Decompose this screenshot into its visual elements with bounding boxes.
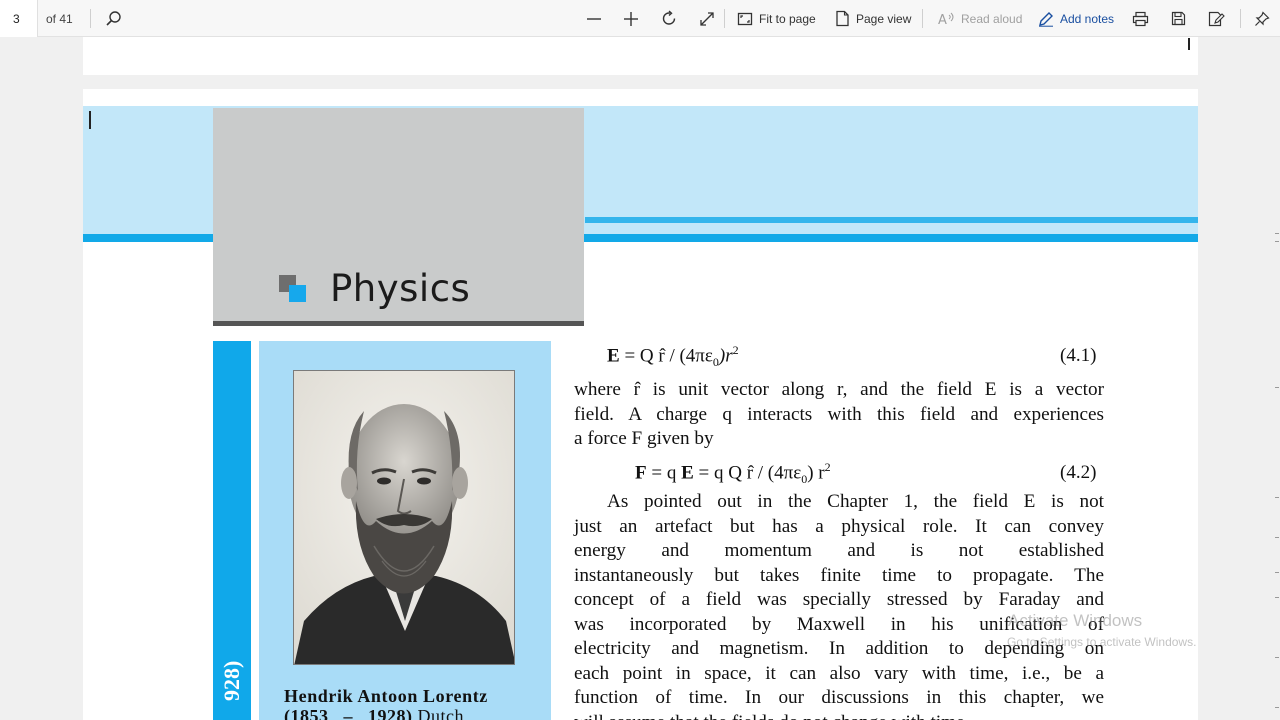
text-line: field. A charge q interacts with this fi… xyxy=(574,403,1104,425)
side-strip-text: 928) xyxy=(219,660,244,701)
text-caret xyxy=(89,111,91,129)
text-line: will assume that the fields do not chang… xyxy=(574,711,1104,720)
header-rule-thin xyxy=(585,217,1198,223)
fit-page-icon xyxy=(737,12,753,25)
previous-page xyxy=(83,37,1198,75)
read-aloud-icon: A xyxy=(938,12,954,27)
equation-number: (4.2) xyxy=(1060,462,1097,483)
add-notes-button[interactable]: Add notes xyxy=(1038,0,1114,37)
scroll-mark xyxy=(1275,657,1279,658)
toolbar-divider xyxy=(724,9,725,28)
years-close: 1928) xyxy=(368,706,413,720)
zoom-out-icon xyxy=(587,17,601,20)
years-dash: – xyxy=(343,706,353,720)
print-button[interactable] xyxy=(1132,0,1149,37)
svg-text:A: A xyxy=(938,13,947,27)
save-as-icon xyxy=(1208,11,1225,26)
section-title: Physics xyxy=(330,267,471,310)
text-caret xyxy=(1188,38,1190,50)
fullscreen-button[interactable] xyxy=(699,0,715,37)
text-line: instantaneously but takes finite time to… xyxy=(574,564,1104,586)
eq1-tail: )r xyxy=(718,345,733,367)
eq2-mid1: = q xyxy=(651,462,677,484)
scroll-mark xyxy=(1275,537,1279,538)
scroll-mark xyxy=(1275,233,1279,234)
text-line: concept of a field was specially stresse… xyxy=(574,589,1104,610)
portrait-image xyxy=(293,370,515,665)
eq1-E: E xyxy=(607,345,620,367)
scroll-mark xyxy=(1275,597,1279,598)
fit-to-page-label: Fit to page xyxy=(759,11,816,26)
paragraph-2: As pointed out in the Chapter 1, the fie… xyxy=(574,490,1104,720)
pin-icon xyxy=(1255,10,1270,26)
rotate-icon xyxy=(662,10,676,25)
eq2-tail: ) r xyxy=(807,462,825,484)
print-icon xyxy=(1132,11,1149,26)
logo-square-blue xyxy=(289,285,306,302)
scroll-mark xyxy=(1275,707,1279,708)
eq1-body: = Q r̂ / (4πε xyxy=(624,345,713,367)
search-icon xyxy=(106,11,121,26)
pdf-toolbar: 3 of 41 Fit to page Page view A Read alo… xyxy=(0,0,1280,37)
save-as-button[interactable] xyxy=(1208,0,1225,37)
page-view-icon xyxy=(836,10,849,27)
read-aloud-button[interactable]: A Read aloud xyxy=(938,0,1022,37)
activation-watermark-subtitle: Go to Settings to activate Windows. xyxy=(1007,635,1197,649)
text-line: just an artefact but has a physical role… xyxy=(574,515,1104,537)
save-button[interactable] xyxy=(1171,0,1186,37)
add-notes-icon xyxy=(1039,11,1053,27)
text-line: function of time. In our discussions in … xyxy=(574,687,1104,708)
equation-4-1: E = Q r̂ / (4πε0)r2 xyxy=(607,343,739,370)
text-line: each point in space, it can also vary wi… xyxy=(574,662,1104,684)
toolbar-divider xyxy=(922,9,923,28)
biography-years: (1853 – 1928) Dutch xyxy=(284,706,464,720)
fullscreen-icon xyxy=(700,11,714,26)
scroll-mark xyxy=(1275,387,1279,388)
save-icon xyxy=(1171,11,1186,26)
fit-to-page-button[interactable]: Fit to page xyxy=(737,0,816,37)
read-aloud-label: Read aloud xyxy=(961,11,1023,26)
scroll-mark xyxy=(1275,572,1279,573)
eq2-F: F xyxy=(635,462,647,484)
zoom-out-button[interactable] xyxy=(586,0,602,37)
biography-name: Hendrik Antoon Lorentz xyxy=(284,686,488,706)
eq1-sup: 2 xyxy=(732,343,739,357)
text-line: where r̂ is unit vector along r, and the… xyxy=(574,379,1104,400)
page-view-label: Page view xyxy=(856,11,912,26)
activation-watermark-title: Activate Windows xyxy=(1008,611,1143,630)
eq2-E: E xyxy=(681,462,694,484)
equation-4-2: F = q E = q Q r̂ / (4πε0) r2 xyxy=(635,460,831,487)
search-button[interactable] xyxy=(105,0,122,37)
page-number-input[interactable]: 3 xyxy=(0,0,38,37)
toolbar-divider xyxy=(1240,9,1241,28)
page-view-button[interactable]: Page view xyxy=(835,0,911,37)
scroll-mark xyxy=(1275,497,1279,498)
toolbar-divider xyxy=(90,9,91,28)
bio-trail: Dutch xyxy=(417,706,464,720)
zoom-in-button[interactable] xyxy=(623,0,639,37)
scroll-mark xyxy=(1275,241,1279,242)
text-line: a force F given by xyxy=(574,428,714,449)
text-line: As pointed out in the Chapter 1, the fie… xyxy=(607,491,1104,512)
page-number-value: 3 xyxy=(13,11,20,26)
eq2-mid2: = q Q r̂ / (4πε xyxy=(698,462,802,484)
text-line: energy and momentum and is not establish… xyxy=(574,540,1104,561)
pin-toolbar-button[interactable] xyxy=(1254,0,1270,37)
portrait-illustration xyxy=(294,371,514,664)
add-notes-label: Add notes xyxy=(1060,11,1115,26)
page-total-label: of 41 xyxy=(46,12,73,26)
rotate-button[interactable] xyxy=(661,0,678,37)
zoom-in-icon xyxy=(624,11,638,26)
equation-number: (4.1) xyxy=(1060,345,1097,366)
eq2-sup: 2 xyxy=(824,460,831,474)
years-open: (1853 xyxy=(284,706,329,720)
paragraph-1: where r̂ is unit vector along r, and the… xyxy=(574,378,1104,452)
scrollbar-track[interactable] xyxy=(1272,37,1280,720)
side-strip-label: 928) xyxy=(213,649,251,720)
chapter-tab-underline xyxy=(213,321,584,326)
